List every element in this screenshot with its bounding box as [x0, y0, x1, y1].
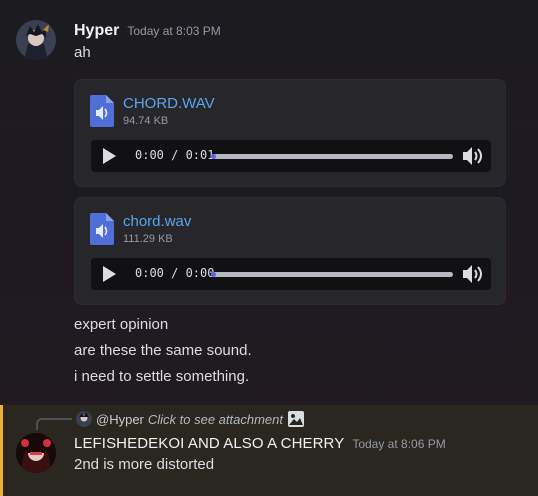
file-size: 111.29 KB	[123, 233, 173, 245]
reply-avatar	[76, 411, 92, 427]
message-header: Hyper Today at 8:03 PM	[74, 22, 221, 40]
seek-progress	[211, 154, 216, 159]
audio-player: 0:00 / 0:01	[91, 140, 491, 172]
timestamp: Today at 8:03 PM	[127, 24, 221, 38]
message-text: 2nd is more distorted	[74, 456, 215, 473]
message-header: LEFISHEDEKOI AND ALSO A CHERRY Today at …	[74, 435, 446, 452]
reply-connector	[36, 418, 72, 430]
avatar[interactable]	[16, 433, 56, 473]
avatar[interactable]	[16, 20, 56, 60]
file-name-link[interactable]: chord.wav	[123, 213, 191, 230]
seek-bar[interactable]	[211, 272, 453, 277]
username[interactable]: Hyper	[74, 22, 119, 40]
message-text: expert opinion	[74, 316, 169, 333]
audio-file-icon	[90, 213, 114, 245]
message-text: are these the same sound.	[74, 342, 252, 359]
playback-time: 0:00 / 0:00	[135, 266, 215, 280]
image-icon	[287, 410, 305, 428]
message-text: ah	[74, 44, 91, 61]
file-size: 94.74 KB	[123, 115, 169, 127]
playback-time: 0:00 / 0:01	[135, 148, 215, 162]
play-icon[interactable]	[99, 146, 119, 166]
seek-bar[interactable]	[211, 154, 453, 159]
volume-icon[interactable]	[461, 263, 485, 285]
timestamp: Today at 8:06 PM	[352, 437, 446, 451]
file-name-link[interactable]: CHORD.WAV	[123, 95, 215, 112]
seek-progress	[211, 272, 216, 277]
audio-file-icon	[90, 95, 114, 127]
message-hyper: Hyper Today at 8:03 PM ah CHORD.WAV 94.7…	[0, 0, 538, 396]
message-reply-highlighted: @Hyper Click to see attachment LEFISHEDE…	[0, 405, 538, 496]
username[interactable]: LEFISHEDEKOI AND ALSO A CHERRY	[74, 435, 344, 452]
mention-highlight-bar	[0, 405, 3, 496]
reply-reference[interactable]: @Hyper Click to see attachment	[76, 410, 305, 428]
message-text: i need to settle something.	[74, 368, 250, 385]
audio-attachment: chord.wav 111.29 KB 0:00 / 0:00	[74, 197, 506, 305]
play-icon[interactable]	[99, 264, 119, 284]
reply-username[interactable]: @Hyper	[96, 412, 144, 427]
audio-player: 0:00 / 0:00	[91, 258, 491, 290]
volume-icon[interactable]	[461, 145, 485, 167]
reply-preview-text[interactable]: Click to see attachment	[148, 412, 283, 427]
audio-attachment: CHORD.WAV 94.74 KB 0:00 / 0:01	[74, 79, 506, 187]
